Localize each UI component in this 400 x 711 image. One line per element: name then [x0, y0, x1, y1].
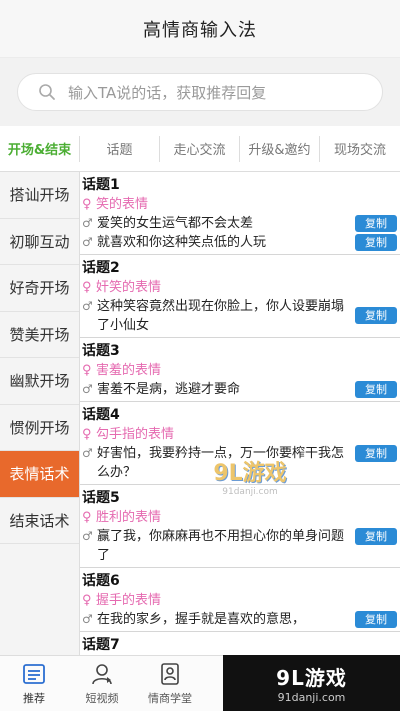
search-area: 输入TA说的话，获取推荐回复	[0, 58, 400, 126]
tabbar-label: 情商学堂	[148, 692, 192, 705]
search-placeholder: 输入TA说的话，获取推荐回复	[68, 83, 267, 102]
reply-row: ♂ 在我的家乡，握手就是喜欢的意思， 复制	[82, 610, 400, 629]
female-prompt-text: 勾手指的表情	[96, 427, 175, 442]
reply-row: ♂ 爱笑的女生运气都不会太差 复制	[82, 214, 400, 233]
female-prompt-text: 害羞的表情	[96, 363, 162, 378]
center-watermark-brand: 9L游戏	[213, 461, 287, 486]
male-icon: ♂	[82, 446, 93, 460]
female-prompt: ♀ 害羞的表情	[82, 361, 400, 380]
male-icon: ♂	[82, 529, 93, 543]
male-icon: ♂	[82, 382, 93, 396]
topic-card: 话题6 ♀ 握手的表情 ♂ 在我的家乡，握手就是喜欢的意思， 复制	[80, 568, 400, 632]
reply-text: 在我的家乡，握手就是喜欢的意思，	[97, 612, 306, 627]
topic-card: 话题7	[80, 632, 400, 655]
watermark-url: 91danji.com	[277, 691, 346, 704]
tabbar-label: 推荐	[23, 692, 45, 705]
topic-title: 话题2	[82, 260, 120, 276]
sidebar-item-first-chat[interactable]: 初聊互动	[0, 219, 79, 265]
sidebar-item-pickup-opening[interactable]: 搭讪开场	[0, 172, 79, 219]
short-video-icon	[92, 664, 112, 685]
reply-row: ♂ 就喜欢和你这种笑点低的人玩 复制	[82, 233, 400, 252]
sidebar-item-praise-opening[interactable]: 赞美开场	[0, 312, 79, 358]
app-header: 高情商输入法	[0, 0, 400, 58]
male-icon: ♂	[82, 216, 93, 230]
copy-button[interactable]: 复制	[355, 528, 397, 545]
reply-row: ♂ 这种笑容竟然出现在你脸上，你人设要崩塌了小仙女 复制	[82, 297, 400, 335]
corner-watermark: 9L游戏 91danji.com	[223, 655, 400, 711]
female-icon: ♀	[82, 363, 92, 378]
female-icon: ♀	[82, 593, 92, 608]
reply-text: 就喜欢和你这种笑点低的人玩	[97, 235, 267, 250]
eq-school-icon	[161, 663, 179, 685]
male-icon: ♂	[82, 612, 93, 626]
female-prompt-text: 胜利的表情	[96, 510, 162, 525]
copy-button[interactable]: 复制	[355, 234, 397, 251]
sidebar-item-ending-talk[interactable]: 结束话术	[0, 498, 79, 544]
tab-live-talk[interactable]: 现场交流	[320, 136, 400, 162]
female-icon: ♀	[82, 510, 92, 525]
female-prompt: ♀ 笑的表情	[82, 195, 400, 214]
topic-title: 话题4	[82, 407, 120, 423]
sidebar-item-routine-opening[interactable]: 惯例开场	[0, 405, 79, 451]
tab-upgrade-invite[interactable]: 升级&邀约	[240, 135, 320, 162]
female-icon: ♀	[82, 427, 92, 442]
sidebar-item-curious-opening[interactable]: 好奇开场	[0, 265, 79, 312]
sidebar-item-humor-opening[interactable]: 幽默开场	[0, 358, 79, 405]
topic-title: 话题7	[82, 637, 120, 653]
watermark-brand: 9L游戏	[276, 666, 347, 690]
female-prompt-text: 握手的表情	[96, 593, 162, 608]
reply-text: 这种笑容竟然出现在你脸上，你人设要崩塌了小仙女	[97, 299, 345, 333]
topic-title: 话题1	[82, 177, 120, 193]
main-body: 搭讪开场 初聊互动 好奇开场 赞美开场 幽默开场 惯例开场 表情话术 结束话术 …	[0, 172, 400, 655]
tabbar-label: 短视频	[85, 692, 119, 705]
reply-text: 赢了我，你麻麻再也不用担心你的单身问题了	[97, 529, 345, 563]
reply-text: 爱笑的女生运气都不会太差	[97, 216, 254, 231]
reply-text: 害羞不是病，逃避才要命	[97, 382, 241, 397]
copy-button[interactable]: 复制	[355, 445, 397, 462]
topic-card: 话题3 ♀ 害羞的表情 ♂ 害羞不是病，逃避才要命 复制	[80, 338, 400, 402]
topic-card: 话题1 ♀ 笑的表情 ♂ 爱笑的女生运气都不会太差 复制 ♂ 就喜欢和你这种笑点低的人玩…	[80, 172, 400, 255]
tabbar-item-recommend[interactable]: 推荐	[0, 656, 68, 711]
topic-title: 话题6	[82, 573, 120, 589]
tab-opening-ending[interactable]: 开场&结束	[0, 135, 80, 162]
tabbar-item-short-video[interactable]: 短视频	[68, 656, 136, 711]
center-watermark: 9L游戏 91danji.com	[190, 455, 310, 505]
female-prompt: ♀ 奸笑的表情	[82, 278, 400, 297]
search-input[interactable]: 输入TA说的话，获取推荐回复	[17, 73, 383, 111]
sidebar-item-emoji-talk[interactable]: 表情话术	[0, 451, 79, 498]
female-prompt: ♀ 握手的表情	[82, 591, 400, 610]
tabbar-item-eq-school[interactable]: 情商学堂	[136, 656, 204, 711]
reply-row: ♂ 害羞不是病，逃避才要命 复制	[82, 380, 400, 399]
female-prompt: ♀ 勾手指的表情	[82, 425, 400, 444]
page-title: 高情商输入法	[143, 19, 257, 41]
female-prompt: ♀ 胜利的表情	[82, 508, 400, 527]
sidebar: 搭讪开场 初聊互动 好奇开场 赞美开场 幽默开场 惯例开场 表情话术 结束话术	[0, 172, 80, 655]
female-icon: ♀	[82, 197, 92, 212]
search-icon	[36, 81, 58, 103]
recommend-icon	[23, 664, 45, 684]
copy-button[interactable]: 复制	[355, 381, 397, 398]
female-prompt-text: 笑的表情	[96, 197, 149, 212]
tab-topic[interactable]: 话题	[80, 135, 160, 162]
topic-list: 话题1 ♀ 笑的表情 ♂ 爱笑的女生运气都不会太差 复制 ♂ 就喜欢和你这种笑点低的人玩…	[80, 172, 400, 655]
topic-title: 话题3	[82, 343, 120, 359]
copy-button[interactable]: 复制	[355, 611, 397, 628]
male-icon: ♂	[82, 299, 93, 313]
reply-row: ♂ 赢了我，你麻麻再也不用担心你的单身问题了 复制	[82, 527, 400, 565]
female-prompt-text: 奸笑的表情	[96, 280, 162, 295]
tab-heart-talk[interactable]: 走心交流	[160, 135, 240, 162]
male-icon: ♂	[82, 235, 93, 249]
copy-button[interactable]: 复制	[355, 307, 397, 324]
topic-card: 话题2 ♀ 奸笑的表情 ♂ 这种笑容竟然出现在你脸上，你人设要崩塌了小仙女 复制	[80, 255, 400, 338]
female-icon: ♀	[82, 280, 92, 295]
category-tabs: 开场&结束 话题 走心交流 升级&邀约 现场交流	[0, 126, 400, 172]
copy-button[interactable]: 复制	[355, 215, 397, 232]
center-watermark-url: 91danji.com	[222, 487, 278, 497]
